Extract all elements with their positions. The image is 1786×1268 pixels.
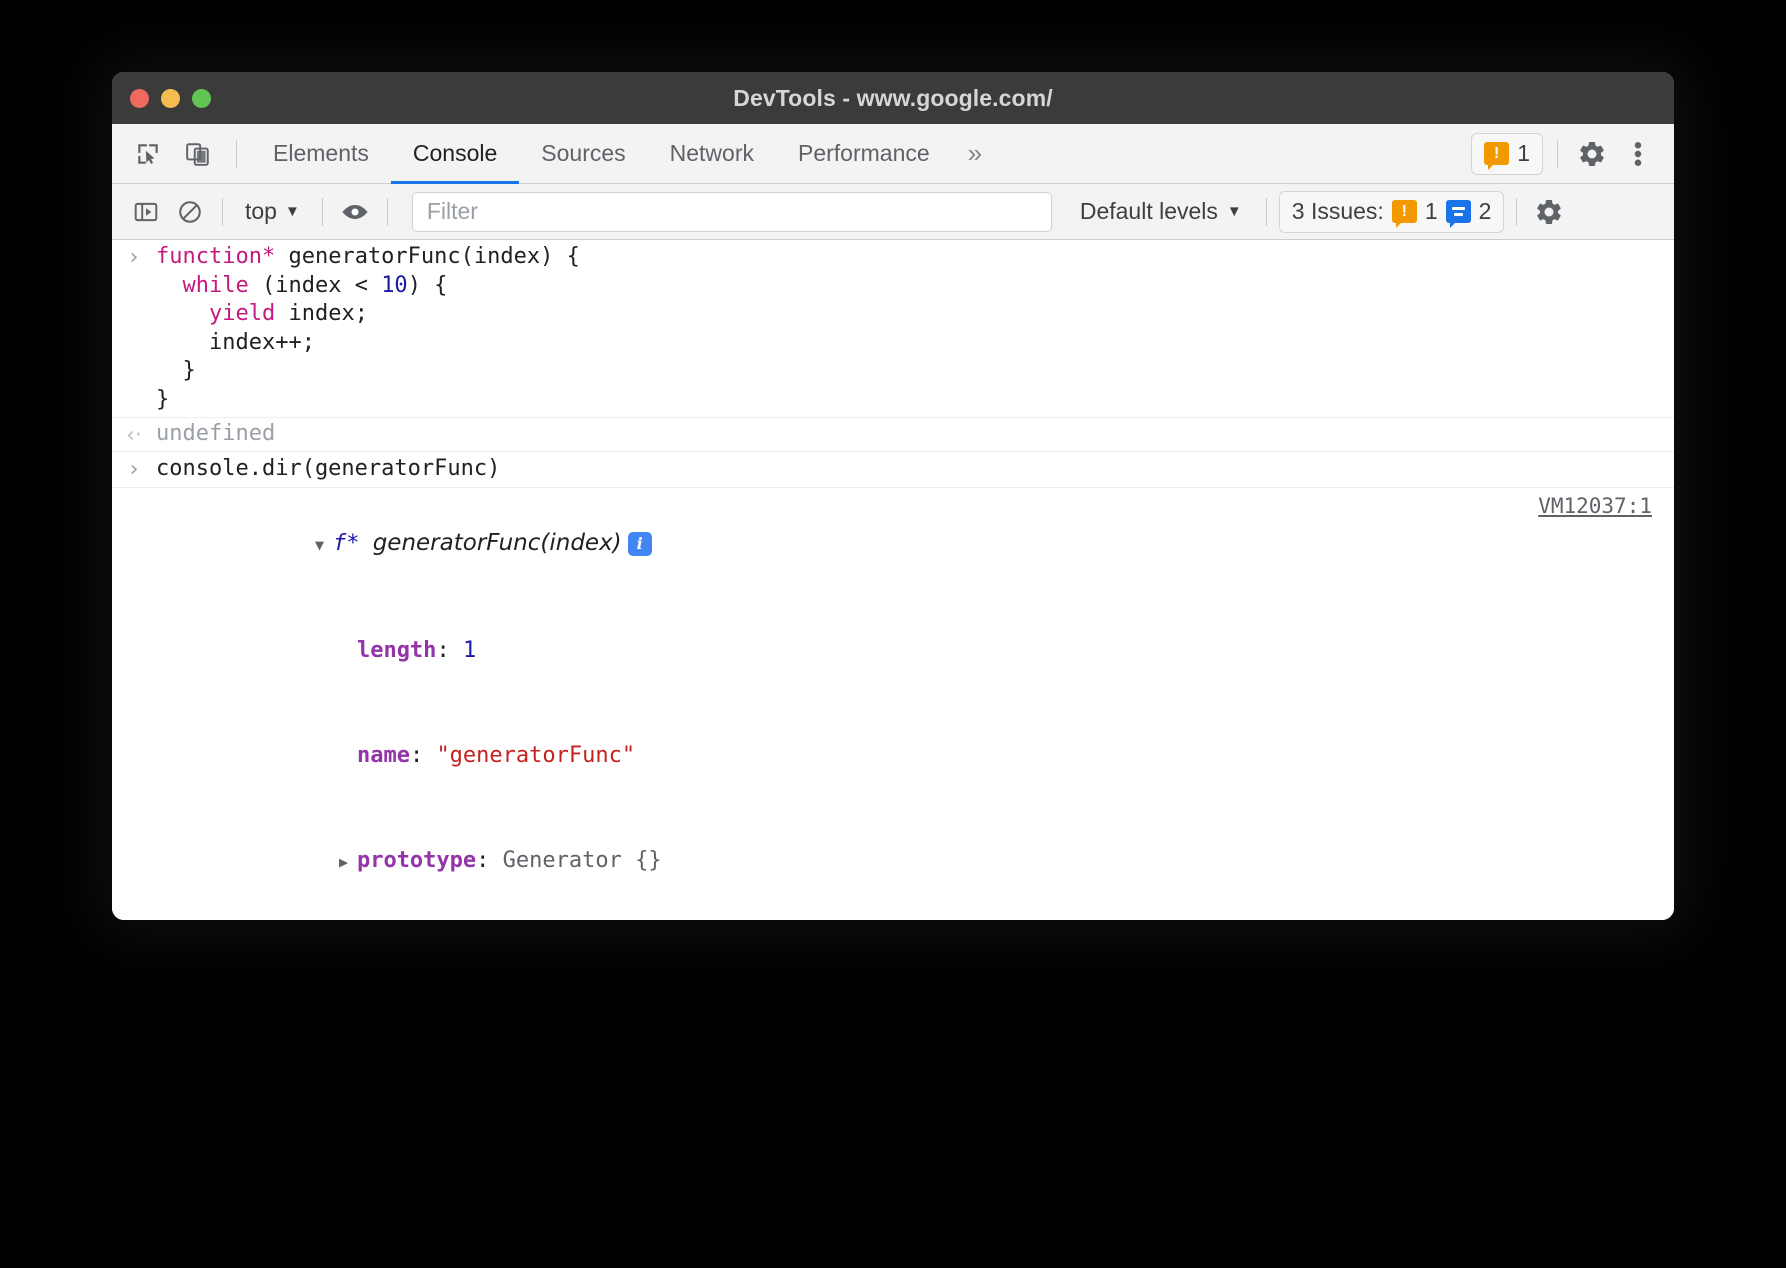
log-levels-dropdown[interactable]: Default levels ▼ [1068, 198, 1254, 225]
property-name: length [357, 638, 436, 663]
chevron-down-icon: ▼ [285, 203, 300, 220]
source-location-link[interactable]: VM12037:1 [1538, 494, 1652, 518]
filter-input[interactable]: Filter [412, 192, 1052, 232]
object-gutter-spacer [112, 491, 156, 493]
tab-sources-label: Sources [541, 140, 625, 167]
toolbar-divider-2 [322, 198, 323, 226]
close-window-button[interactable] [130, 89, 149, 108]
inspect-element-icon[interactable] [128, 134, 168, 174]
input-chevron-icon: › [112, 243, 156, 270]
more-tabs-chevron-icon[interactable]: » [952, 124, 998, 183]
output-arrow-icon: ‹· [112, 421, 156, 448]
execution-context-dropdown[interactable]: top ▼ [235, 198, 310, 225]
maximize-window-button[interactable] [192, 89, 211, 108]
issues-warning-count: 1 [1425, 198, 1438, 225]
issues-label: 3 Issues: [1292, 198, 1384, 225]
property-name: name [357, 743, 410, 768]
devtools-tabbar: Elements Console Sources Network Perform… [112, 124, 1674, 184]
object-tree[interactable]: f* generatorFunc(index)i length: 1 name:… [156, 491, 1674, 921]
console-input-entry: › function* generatorFunc(index) { while… [112, 240, 1674, 418]
toolbar-divider-3 [387, 198, 388, 226]
devtools-window: DevTools - www.google.com/ [112, 72, 1674, 920]
property-row-prototype[interactable]: prototype: Generator {} [156, 808, 1654, 915]
toolbar-divider-4 [1266, 198, 1267, 226]
clear-console-icon[interactable] [170, 192, 210, 232]
expand-toggle-icon[interactable] [339, 845, 357, 880]
console-input-entry-2: › console.dir(generatorFunc) [112, 452, 1674, 488]
tab-console-label: Console [413, 140, 497, 167]
console-settings-gear-icon[interactable] [1529, 192, 1569, 232]
property-value: Generator {} [503, 848, 662, 873]
property-value: "generatorFunc" [436, 743, 635, 768]
tabbar-divider [236, 140, 237, 168]
gear-icon[interactable] [1572, 134, 1612, 174]
window-title: DevTools - www.google.com/ [112, 85, 1674, 112]
console-sidebar-icon[interactable] [126, 192, 166, 232]
tabbar-warning-count: 1 [1517, 140, 1530, 167]
tab-network-label: Network [670, 140, 754, 167]
issues-info-icon [1446, 200, 1471, 223]
warning-triangle-icon: ! [1484, 142, 1509, 165]
input-chevron-icon-2: › [112, 455, 156, 482]
property-row-length[interactable]: length: 1 [156, 598, 1654, 703]
traffic-light-group [112, 89, 211, 108]
tab-performance-label: Performance [798, 140, 930, 167]
issues-warning-icon: ! [1392, 200, 1417, 223]
property-value: 1 [463, 638, 476, 663]
log-levels-label: Default levels [1080, 198, 1218, 225]
toolbar-divider-1 [222, 198, 223, 226]
tabbar-right-divider [1557, 140, 1558, 168]
screenshot-stage: DevTools - www.google.com/ [0, 0, 1786, 1268]
live-expression-icon[interactable] [335, 192, 375, 232]
property-row-arguments[interactable]: arguments: (...) [156, 915, 1654, 921]
source-code-2: console.dir(generatorFunc) [156, 455, 1654, 484]
object-header-row[interactable]: f* generatorFunc(index)i [156, 491, 1654, 598]
result-undefined: undefined [156, 421, 275, 446]
tab-sources[interactable]: Sources [519, 124, 647, 183]
source-code: function* generatorFunc(index) { while (… [156, 243, 1654, 414]
filter-placeholder: Filter [427, 198, 478, 225]
panel-tabs: Elements Console Sources Network Perform… [251, 124, 952, 183]
tabbar-warning-chip[interactable]: ! 1 [1471, 133, 1543, 175]
levels-chevron-down-icon: ▼ [1227, 203, 1242, 220]
minimize-window-button[interactable] [161, 89, 180, 108]
more-tabs-glyph: » [968, 138, 982, 169]
console-message-list[interactable]: › function* generatorFunc(index) { while… [112, 240, 1674, 920]
function-signature: generatorFunc(index) [373, 530, 622, 556]
tab-performance[interactable]: Performance [776, 124, 952, 183]
kebab-menu-icon[interactable] [1618, 134, 1658, 174]
input-code-block-2[interactable]: console.dir(generatorFunc) [156, 455, 1674, 484]
tab-network[interactable]: Network [648, 124, 776, 183]
tab-elements-label: Elements [273, 140, 369, 167]
tab-elements[interactable]: Elements [251, 124, 391, 183]
toolbar-divider-5 [1516, 198, 1517, 226]
issues-info-count: 2 [1479, 198, 1492, 225]
result-value-wrapper: undefined [156, 421, 1674, 446]
property-name: prototype [357, 848, 476, 873]
input-code-block[interactable]: function* generatorFunc(index) { while (… [156, 243, 1674, 414]
property-row-name[interactable]: name: "generatorFunc" [156, 703, 1654, 808]
device-toolbar-icon[interactable] [178, 134, 218, 174]
console-toolbar: top ▼ Filter Default levels ▼ 3 Issues: [112, 184, 1674, 240]
console-result-entry: ‹· undefined [112, 418, 1674, 452]
function-star-marker: f* [333, 531, 360, 556]
console-object-entry: f* generatorFunc(index)i length: 1 name:… [112, 488, 1674, 921]
info-icon[interactable]: i [628, 532, 652, 556]
expand-toggle-icon[interactable] [315, 528, 333, 563]
issues-chip[interactable]: 3 Issues: ! 1 2 [1279, 191, 1505, 233]
tabbar-right-tools: ! 1 [1471, 124, 1674, 183]
execution-context-value: top [245, 198, 277, 225]
window-titlebar: DevTools - www.google.com/ [112, 72, 1674, 124]
tabbar-left-tools [112, 124, 251, 183]
tab-console[interactable]: Console [391, 124, 519, 183]
